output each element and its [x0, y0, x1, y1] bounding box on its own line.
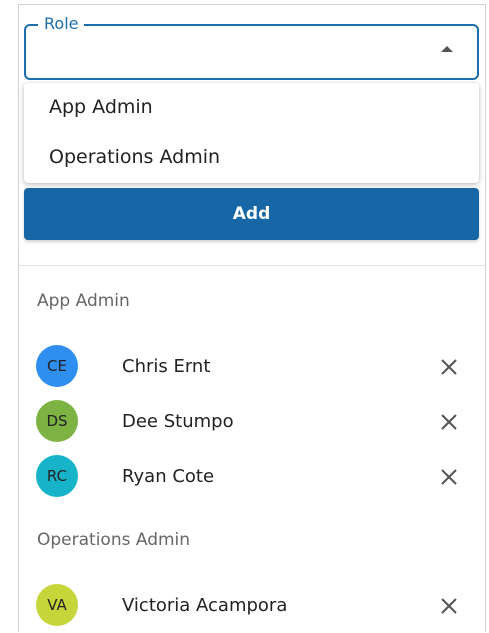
role-dropdown-menu: App Admin Operations Admin [24, 83, 479, 183]
member-row: VA Victoria Acampora [19, 578, 485, 633]
member-name: Chris Ernt [122, 356, 211, 377]
close-icon[interactable] [438, 466, 460, 488]
caret-up-icon[interactable] [441, 46, 453, 52]
menu-item-operations-admin[interactable]: Operations Admin [24, 133, 479, 181]
close-icon[interactable] [438, 595, 460, 617]
member-row: CE Chris Ernt [19, 339, 485, 394]
close-icon[interactable] [438, 356, 460, 378]
avatar: RC [36, 455, 78, 497]
close-icon[interactable] [438, 411, 460, 433]
group-title-operations-admin: Operations Admin [37, 530, 191, 550]
role-select-label: Role [38, 14, 85, 34]
group-title-app-admin: App Admin [37, 291, 130, 311]
member-name: Victoria Acampora [122, 595, 288, 616]
divider [19, 265, 485, 266]
member-row: DS Dee Stumpo [19, 394, 485, 449]
member-row: RC Ryan Cote [19, 449, 485, 504]
member-name: Ryan Cote [122, 466, 215, 487]
avatar: CE [36, 345, 78, 387]
add-button[interactable]: Add [24, 188, 479, 240]
avatar: VA [36, 584, 78, 626]
member-name: Dee Stumpo [122, 411, 234, 432]
menu-item-app-admin[interactable]: App Admin [24, 83, 479, 131]
role-select[interactable] [24, 24, 479, 80]
avatar: DS [36, 400, 78, 442]
